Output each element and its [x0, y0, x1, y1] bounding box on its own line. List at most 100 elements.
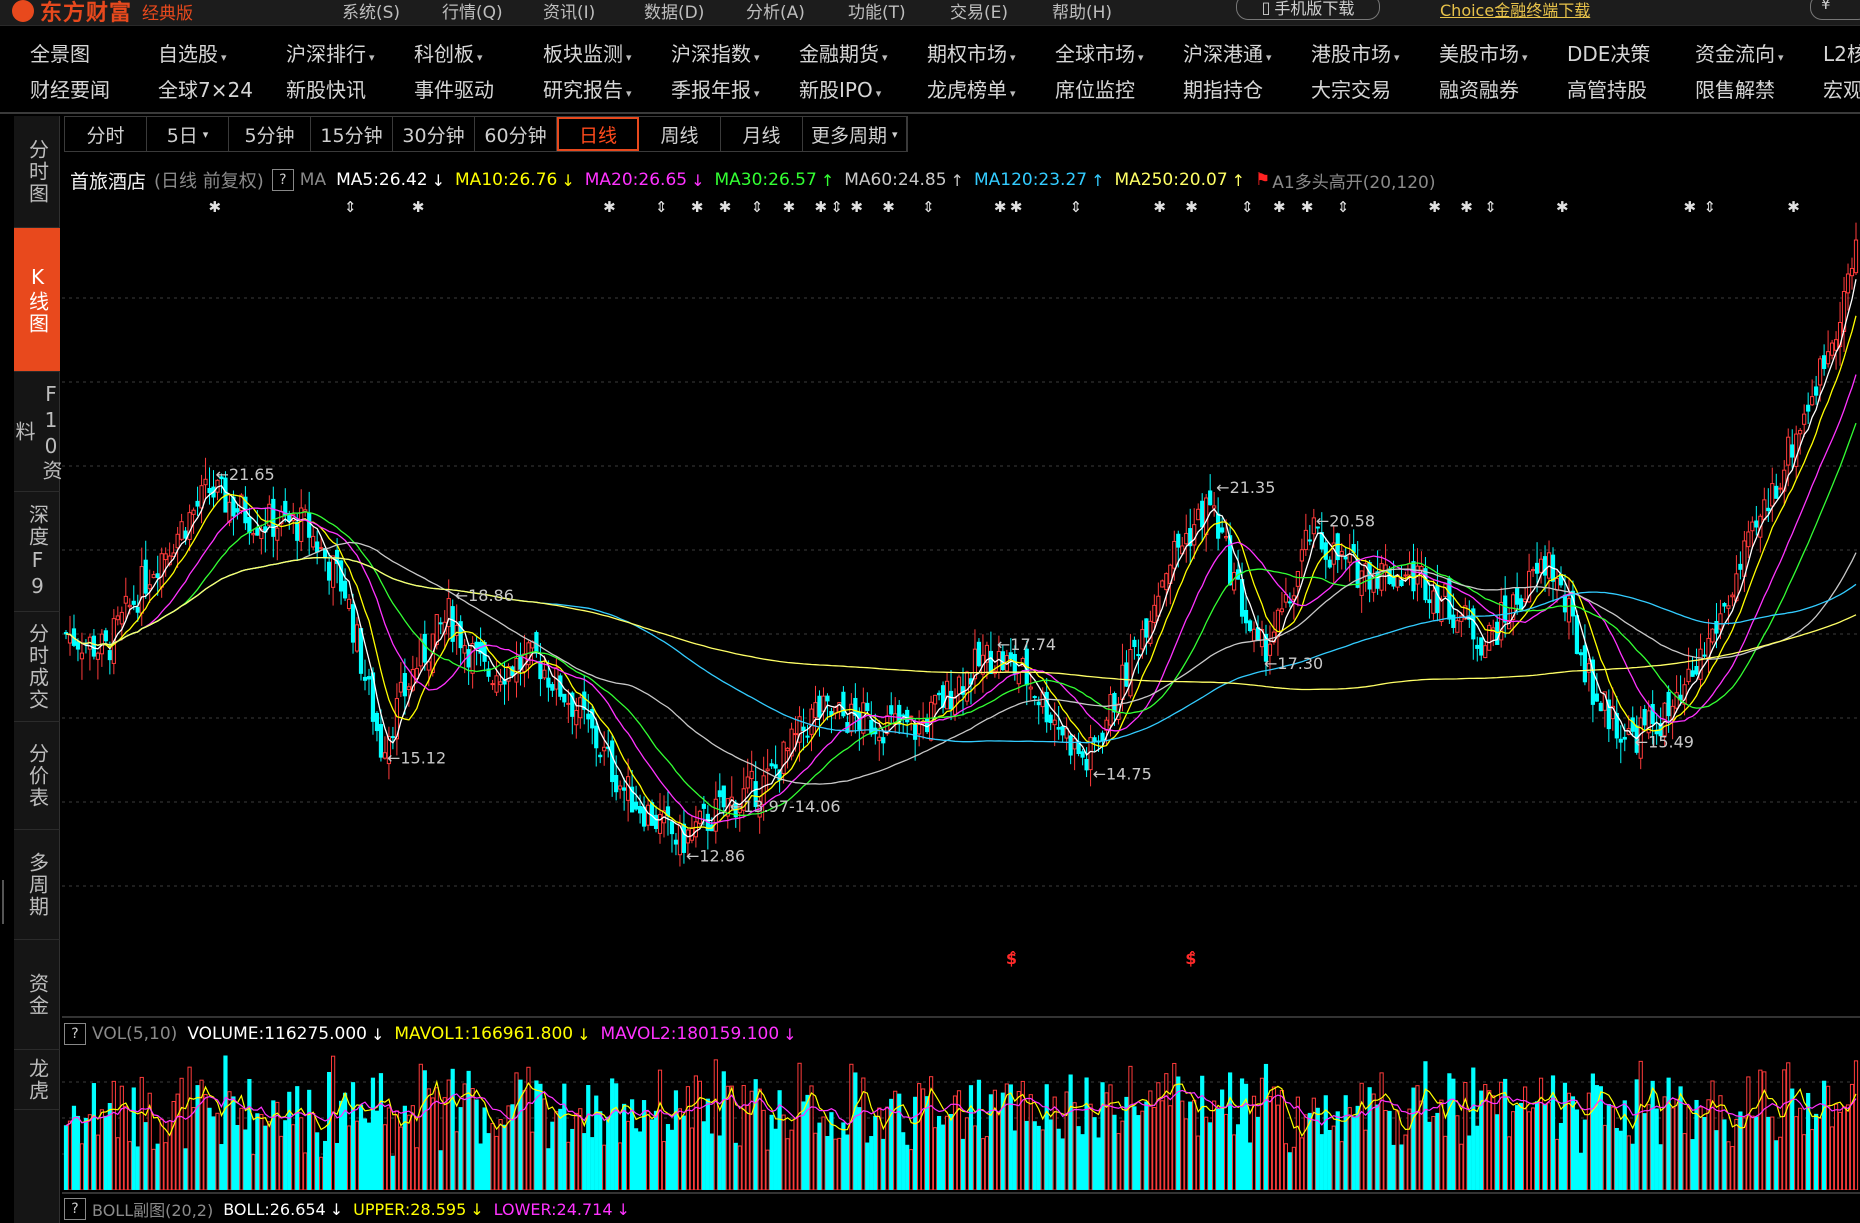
nav-row2-item-2[interactable]: 新股快讯: [286, 74, 366, 103]
nav-row2-item-1[interactable]: 全球7×24: [158, 74, 253, 103]
sidebar-tab-3[interactable]: 深度F9: [14, 492, 60, 612]
volume-help-icon[interactable]: ?: [64, 1023, 86, 1045]
event-marker-icon[interactable]: ✱: [783, 198, 796, 216]
period-tab-6[interactable]: 日线: [557, 117, 639, 151]
nav-row1-item-0[interactable]: 全景图: [30, 38, 90, 67]
event-marker-icon[interactable]: ✱: [1787, 198, 1800, 216]
sidebar-tab-7[interactable]: 资金: [14, 940, 60, 1050]
indicator-name[interactable]: MA: [300, 170, 326, 190]
event-marker-icon[interactable]: ✱: [994, 198, 1007, 216]
choice-download-link[interactable]: Choice金融终端下载: [1440, 0, 1590, 21]
nav-row1-item-13[interactable]: 资金流向 ▾: [1695, 38, 1784, 67]
event-marker-icon[interactable]: ⇕: [655, 198, 668, 216]
nav-row2-item-4[interactable]: 研究报告 ▾: [543, 74, 632, 103]
nav-row1-item-3[interactable]: 科创板 ▾: [414, 38, 483, 67]
event-marker-icon[interactable]: ✱: [209, 198, 222, 216]
nav-row2-item-5[interactable]: 季报年报 ▾: [671, 74, 760, 103]
event-marker-icon[interactable]: ⇕: [751, 198, 764, 216]
period-tab-9[interactable]: 更多周期 ▾: [803, 117, 907, 151]
nav-row1-item-7[interactable]: 期权市场 ▾: [927, 38, 1016, 67]
event-marker-icon[interactable]: ✱: [1556, 198, 1569, 216]
nav-row1-item-5[interactable]: 沪深指数 ▾: [671, 38, 760, 67]
nav-row1-item-9[interactable]: 沪深港通 ▾: [1183, 38, 1272, 67]
mobile-download-button[interactable]: ▯ 手机版下载: [1236, 0, 1380, 20]
nav-row2-item-8[interactable]: 席位监控: [1055, 74, 1135, 103]
event-marker-icon[interactable]: ⇕: [1070, 198, 1083, 216]
nav-row2-item-7[interactable]: 龙虎榜单 ▾: [927, 74, 1016, 103]
event-marker-icon[interactable]: ✱: [1010, 198, 1023, 216]
boll-indicator-name[interactable]: BOLL副图(20,2): [92, 1197, 213, 1221]
menu-system[interactable]: 系统(S): [342, 0, 400, 23]
menu-data[interactable]: 数据(D): [644, 0, 704, 23]
menu-news[interactable]: 资讯(I): [543, 0, 595, 23]
event-marker-icon[interactable]: ⇕: [830, 198, 843, 216]
boll-help-icon[interactable]: ?: [64, 1198, 86, 1220]
menu-quotes[interactable]: 行情(Q): [442, 0, 503, 23]
nav-row2-item-3[interactable]: 事件驱动: [414, 74, 494, 103]
nav-row1-item-4[interactable]: 板块监测 ▾: [543, 38, 632, 67]
event-marker-icon[interactable]: ⇕: [1703, 198, 1716, 216]
period-tab-3[interactable]: 15分钟: [311, 117, 393, 151]
event-marker-icon[interactable]: ✱: [850, 198, 863, 216]
nav-row2-item-0[interactable]: 财经要闻: [30, 74, 110, 103]
event-marker-icon[interactable]: ⇕: [1337, 198, 1350, 216]
period-tab-7[interactable]: 周线: [639, 117, 721, 151]
nav-row2-item-11[interactable]: 融资融券: [1439, 74, 1519, 103]
nav-row2-item-14[interactable]: 宏观数: [1823, 74, 1860, 103]
sidebar-tab-1[interactable]: K线图: [14, 228, 60, 372]
volume-indicator-name[interactable]: VOL(5,10): [92, 1024, 177, 1044]
event-marker-icon[interactable]: ✱: [1460, 198, 1473, 216]
event-marker-icon[interactable]: ⇕: [1241, 198, 1254, 216]
event-marker-icon[interactable]: ⇕: [344, 198, 357, 216]
nav-row1-item-14[interactable]: L2核心: [1823, 38, 1860, 67]
period-tab-8[interactable]: 月线: [721, 117, 803, 151]
nav-row1-item-11[interactable]: 美股市场 ▾: [1439, 38, 1528, 67]
menu-trade[interactable]: 交易(E): [950, 0, 1008, 23]
stock-name[interactable]: 首旅酒店: [70, 167, 146, 194]
event-marker-icon[interactable]: ✱: [1273, 198, 1286, 216]
event-marker-icon[interactable]: ✱: [814, 198, 827, 216]
event-marker-icon[interactable]: ✱: [412, 198, 425, 216]
dividend-marker-icon[interactable]: $̂: [1006, 949, 1017, 968]
nav-row2-item-12[interactable]: 高管持股: [1567, 74, 1647, 103]
event-marker-icon[interactable]: ⇕: [1484, 198, 1497, 216]
event-marker-icon[interactable]: ✱: [719, 198, 732, 216]
volume-chart[interactable]: [62, 1046, 1860, 1190]
nav-row1-item-8[interactable]: 全球市场 ▾: [1055, 38, 1144, 67]
trade-button[interactable]: ¥: [1810, 0, 1860, 20]
period-tab-4[interactable]: 30分钟: [393, 117, 475, 151]
nav-row1-item-10[interactable]: 港股市场 ▾: [1311, 38, 1400, 67]
nav-row1-item-6[interactable]: 金融期货 ▾: [799, 38, 888, 67]
event-marker-icon[interactable]: ✱: [1153, 198, 1166, 216]
menu-functions[interactable]: 功能(T): [848, 0, 906, 23]
event-marker-icon[interactable]: ✱: [603, 198, 616, 216]
event-marker-icon[interactable]: ✱: [882, 198, 895, 216]
nav-row2-item-9[interactable]: 期指持仓: [1183, 74, 1263, 103]
nav-row2-item-10[interactable]: 大宗交易: [1311, 74, 1391, 103]
event-marker-icon[interactable]: ✱: [1301, 198, 1314, 216]
nav-row2-item-13[interactable]: 限售解禁: [1695, 74, 1775, 103]
event-marker-icon[interactable]: ⇕: [922, 198, 935, 216]
event-marker-icon[interactable]: ✱: [1428, 198, 1441, 216]
sidebar-tab-5[interactable]: 分价表: [14, 722, 60, 830]
event-marker-icon[interactable]: ✱: [691, 198, 704, 216]
dividend-marker-icon[interactable]: $̂: [1185, 949, 1196, 968]
nav-row1-item-1[interactable]: 自选股 ▾: [158, 38, 227, 67]
sidebar-tab-8[interactable]: 龙虎: [14, 1050, 60, 1110]
sidebar-tab-6[interactable]: 多周期: [14, 830, 60, 940]
price-chart[interactable]: ←21.65 ←18.86 ←15.12 ←12.86 ←13.97-14.06 ←17.…: [62, 194, 1860, 1014]
nav-row1-item-2[interactable]: 沪深排行 ▾: [286, 38, 375, 67]
nav-row2-item-6[interactable]: 新股IPO ▾: [799, 74, 881, 103]
period-tab-1[interactable]: 5日 ▾: [147, 117, 229, 151]
sidebar-tab-4[interactable]: 分时成交: [14, 612, 60, 722]
menu-help[interactable]: 帮助(H): [1052, 0, 1112, 23]
sidebar-tab-2[interactable]: F10资料: [12, 372, 63, 492]
period-tab-5[interactable]: 60分钟: [475, 117, 557, 151]
period-tab-2[interactable]: 5分钟: [229, 117, 311, 151]
help-icon[interactable]: ?: [271, 169, 294, 191]
sidebar-tab-0[interactable]: 分时图: [14, 116, 60, 228]
menu-analysis[interactable]: 分析(A): [746, 0, 805, 23]
event-marker-icon[interactable]: ✱: [1185, 198, 1198, 216]
sidebar-collapse-handle[interactable]: [2, 880, 10, 924]
period-tab-0[interactable]: 分时: [65, 117, 147, 151]
